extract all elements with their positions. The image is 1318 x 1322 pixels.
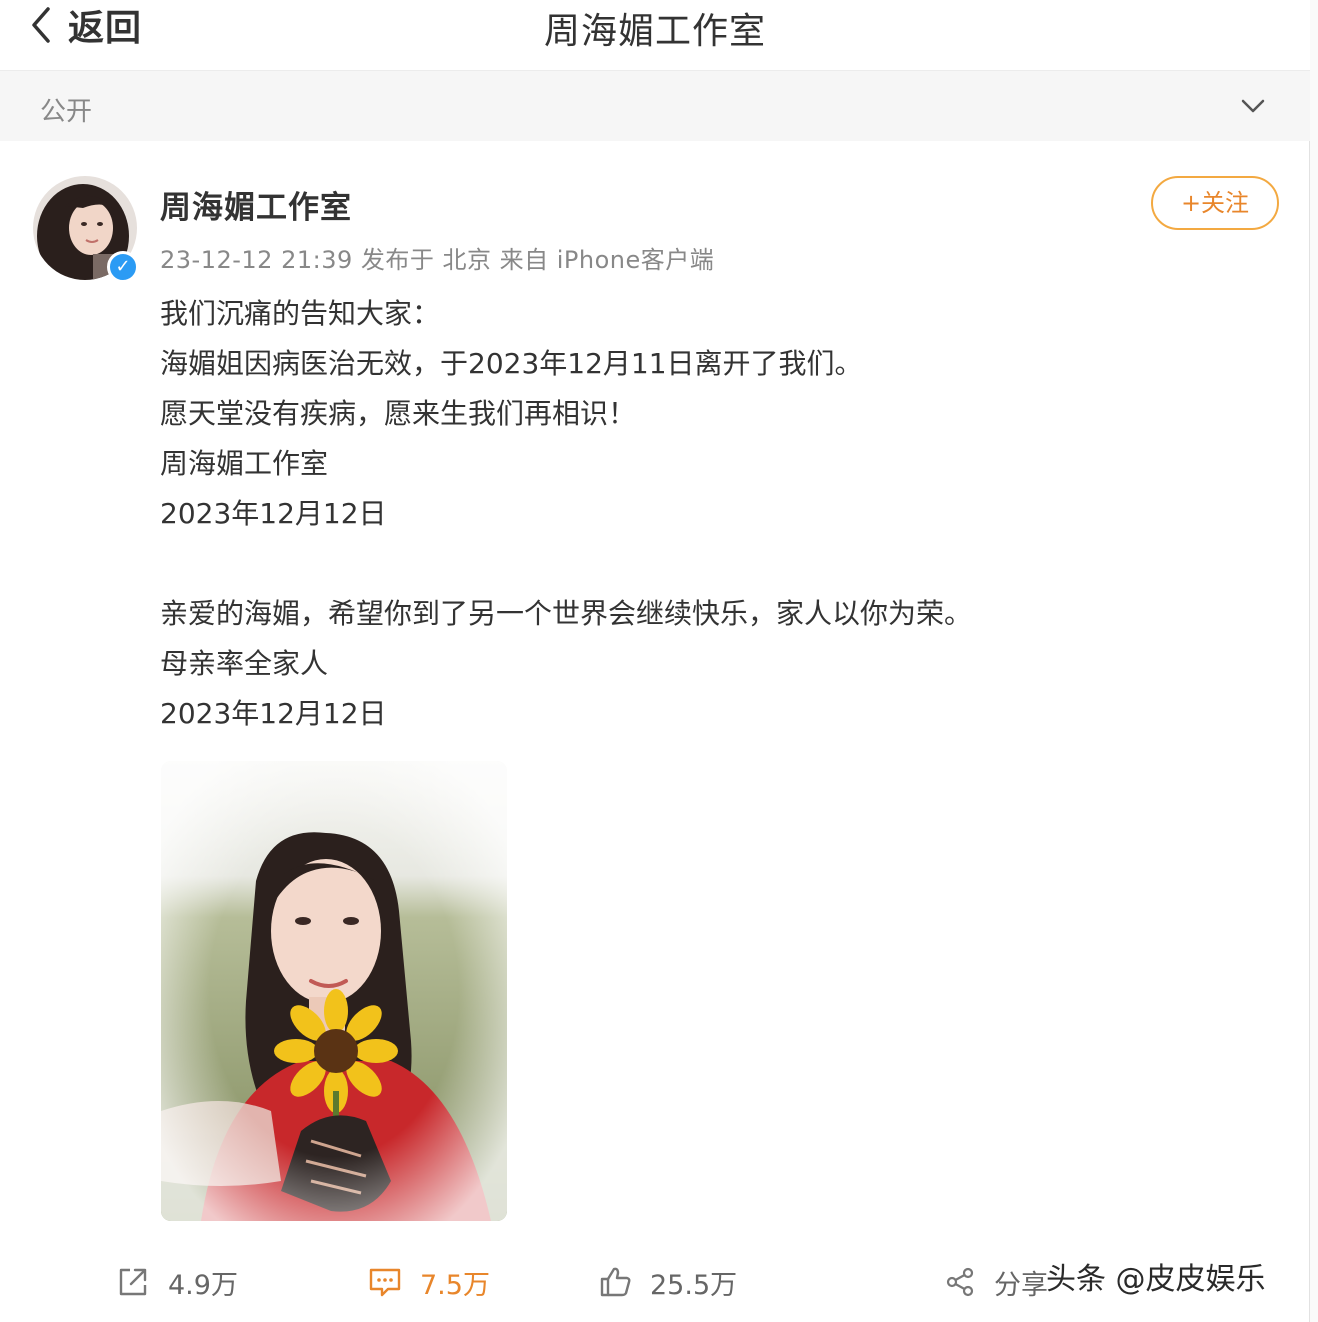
watermark: 头条 @皮皮娱乐	[1046, 1262, 1266, 1297]
post-line: 愿天堂没有疾病，愿来生我们再相识！	[160, 397, 637, 430]
post-line: 我们沉痛的告知大家：	[160, 297, 441, 330]
chevron-down-icon	[1241, 99, 1265, 113]
post-line: 海媚姐因病医治无效，于2023年12月11日离开了我们。	[160, 347, 863, 380]
share-label: 分享	[994, 1269, 1048, 1301]
comment-count: 7.5万	[420, 1269, 490, 1301]
follow-button[interactable]: +关注	[1151, 176, 1279, 230]
repost-button[interactable]: 4.9万	[116, 1260, 238, 1304]
post-image[interactable]	[161, 761, 507, 1221]
share-button[interactable]: 分享	[944, 1260, 1048, 1304]
like-button[interactable]: 25.5万	[598, 1260, 737, 1304]
top-nav-bar: 返回 周海媚工作室	[0, 0, 1310, 71]
post-line: 亲爱的海媚，希望你到了另一个世界会继续快乐，家人以你为荣。	[160, 597, 973, 630]
visibility-label: 公开	[40, 97, 93, 127]
author-name[interactable]: 周海媚工作室	[160, 182, 352, 227]
window-edge	[1309, 0, 1318, 1322]
visibility-selector[interactable]: 公开	[0, 71, 1310, 141]
post-line: 2023年12月12日	[160, 497, 387, 530]
post-line: 2023年12月12日	[160, 697, 387, 730]
comment-icon	[369, 1268, 401, 1297]
post-line: 母亲率全家人	[160, 647, 329, 680]
share-icon	[946, 1267, 974, 1297]
repost-icon	[119, 1268, 147, 1296]
comment-button[interactable]: 7.5万	[368, 1260, 490, 1304]
repost-count: 4.9万	[168, 1269, 238, 1301]
like-count: 25.5万	[650, 1269, 738, 1301]
post-line-blank	[160, 544, 1260, 594]
page-title: 周海媚工作室	[543, 11, 766, 52]
post-line: 周海媚工作室	[160, 447, 329, 480]
verified-badge-icon: ✓	[107, 251, 139, 283]
post-meta: 23-12-12 21:39 发布于 北京 来自 iPhone客户端	[160, 246, 715, 274]
thumbs-up-icon	[600, 1267, 631, 1297]
post-content: 我们沉痛的告知大家： 海媚姐因病医治无效，于2023年12月11日离开了我们。 …	[160, 294, 1260, 744]
portrait-photo	[161, 761, 507, 1221]
